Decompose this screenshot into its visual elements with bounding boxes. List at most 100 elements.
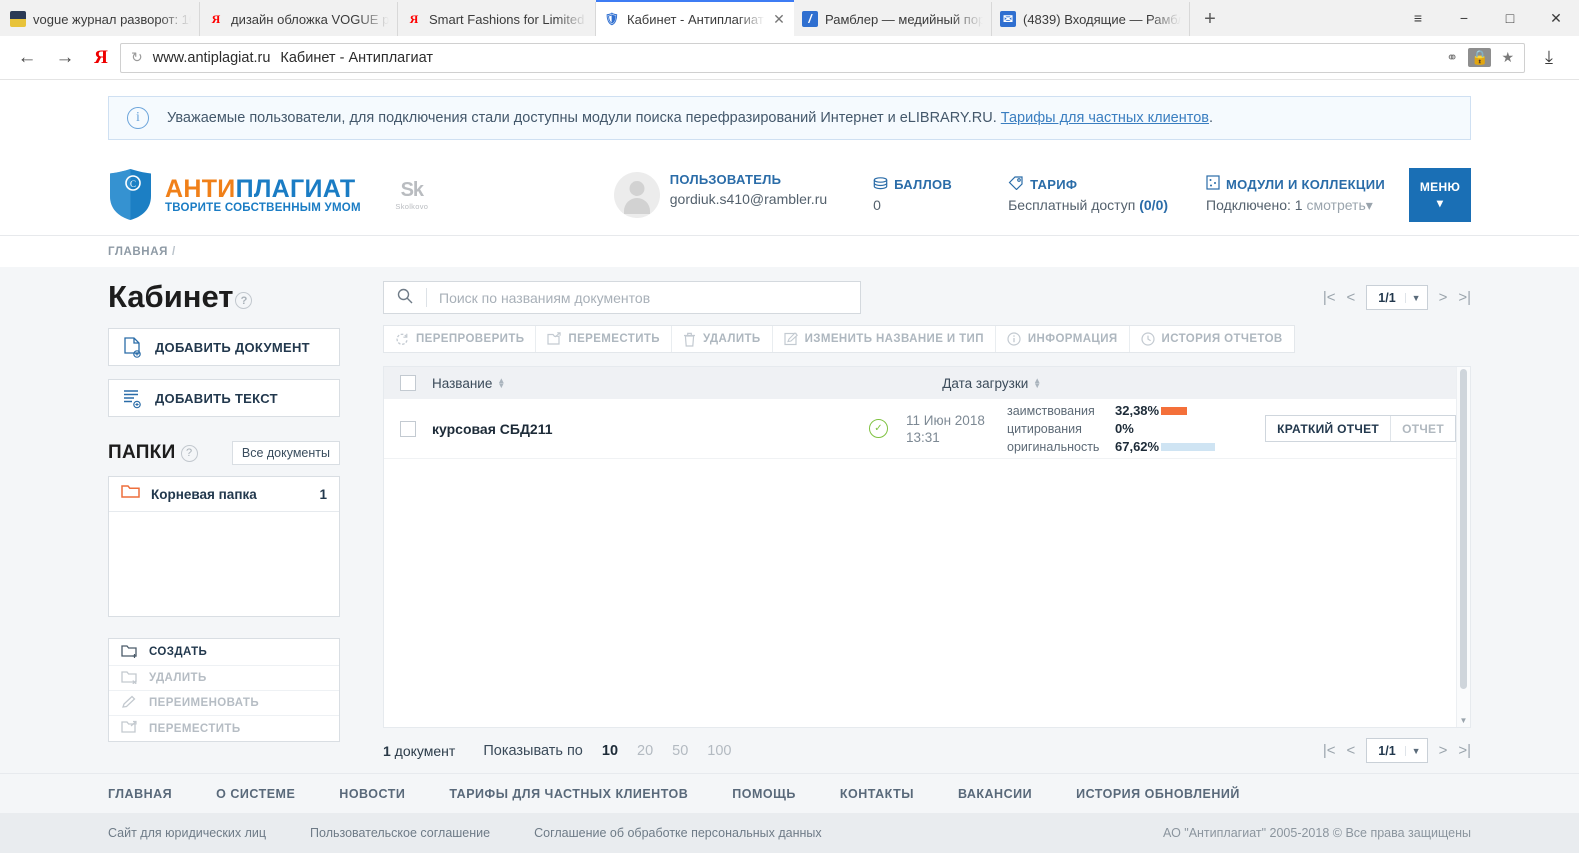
site-logo[interactable]: C АНТИПЛАГИАТ ТВОРИТЕ СОБСТВЕННЫМ УМОМ [108, 168, 361, 221]
footer-link-news[interactable]: НОВОСТИ [339, 787, 405, 801]
address-bar[interactable]: ↻ www.antiplagiat.ru Кабинет - Антиплаги… [120, 42, 1525, 73]
breadcrumb-home[interactable]: ГЛАВНАЯ [108, 246, 168, 258]
footer-link-vacancies[interactable]: ВАКАНСИИ [958, 787, 1032, 801]
page-size-100[interactable]: 100 [707, 743, 731, 759]
next-page-icon[interactable]: > [1439, 742, 1448, 759]
sort-icon[interactable]: ▲ ▼ [497, 377, 505, 390]
browser-tab-2[interactable]: Я дизайн обложка VOGUE ре [200, 2, 398, 36]
table-scrollbar[interactable]: ▲ ▼ [1456, 367, 1470, 727]
prev-page-icon[interactable]: < [1347, 289, 1356, 306]
browser-tab-3[interactable]: Я Smart Fashions for Limited In [398, 2, 596, 36]
search-input[interactable] [427, 289, 860, 306]
menu-button[interactable]: МЕНЮ ▾ [1409, 167, 1471, 222]
brief-report-button[interactable]: КРАТКИЙ ОТЧЕТ [1266, 416, 1392, 441]
folder-create-button[interactable]: СОЗДАТЬ [109, 639, 339, 666]
column-header-date[interactable]: Дата загрузки ▲ ▼ [942, 376, 1041, 391]
footer-link-help[interactable]: ПОМОЩЬ [732, 787, 796, 801]
report-button[interactable]: ОТЧЕТ [1391, 416, 1455, 441]
search-box[interactable] [383, 281, 861, 314]
folder-create-label: СОЗДАТЬ [149, 646, 208, 658]
page-size-20[interactable]: 20 [637, 743, 653, 759]
modules-label-row: МОДУЛИ И КОЛЛЕКЦИИ [1206, 175, 1385, 193]
folder-move-button[interactable]: ПЕРЕМЕСТИТЬ [109, 716, 339, 741]
account-tariff-block[interactable]: ТАРИФ Бесплатный доступ (0/0) [1008, 176, 1168, 213]
footer-link-home[interactable]: ГЛАВНАЯ [108, 787, 172, 801]
sort-icon[interactable]: ▲ ▼ [1033, 377, 1041, 390]
folder-delete-button[interactable]: УДАЛИТЬ [109, 666, 339, 691]
page-select[interactable]: 1/1 ▼ [1366, 738, 1428, 763]
footer-link-user-agreement[interactable]: Пользовательское соглашение [310, 826, 490, 840]
sidebar: Кабинет ? ДОБАВИТЬ ДОКУМЕНТ ДОБАВИТЬ ТЕК… [108, 267, 340, 773]
account-user-block[interactable]: ПОЛЬЗОВАТЕЛЬ gordiuk.s410@rambler.ru [613, 171, 827, 218]
modules-view-link[interactable]: смотреть [1306, 197, 1365, 213]
tab-strip: vogue журнал разворот: 10 Я дизайн облож… [0, 0, 1579, 36]
add-document-label: ДОБАВИТЬ ДОКУМЕНТ [155, 339, 310, 355]
row-checkbox[interactable] [400, 420, 416, 437]
all-documents-button[interactable]: Все документы [231, 441, 340, 465]
yandex-home-icon[interactable]: Я [86, 47, 116, 69]
page-size-50[interactable]: 50 [672, 743, 688, 759]
move-button[interactable]: ПЕРЕМЕСТИТЬ [536, 326, 672, 352]
table-row[interactable]: курсовая СБД211 ✓ 11 Июн 2018 13:31 заим… [384, 399, 1470, 459]
close-window-icon[interactable]: ✕ [1533, 0, 1579, 36]
lock-icon[interactable]: 🔒 [1468, 48, 1492, 67]
report-history-button[interactable]: ИСТОРИЯ ОТЧЕТОВ [1130, 326, 1294, 352]
maximize-icon[interactable]: □ [1487, 0, 1533, 36]
first-page-icon[interactable]: |< [1323, 289, 1336, 306]
page-select[interactable]: 1/1 ▼ [1366, 285, 1428, 310]
browser-tab-6[interactable]: ✉ (4839) Входящие — Рамблe [992, 2, 1190, 36]
info-icon: i [127, 107, 149, 129]
back-icon[interactable]: ← [10, 41, 44, 75]
last-page-icon[interactable]: >| [1458, 289, 1471, 306]
key-icon[interactable]: ⚭ [1446, 49, 1458, 66]
account-balance-block[interactable]: БАЛЛОВ 0 [873, 176, 952, 213]
footer-link-tariffs[interactable]: ТАРИФЫ ДЛЯ ЧАСТНЫХ КЛИЕНТОВ [449, 787, 688, 801]
document-name[interactable]: курсовая СБД211 [432, 421, 869, 437]
stat-value: 32,38% [1115, 403, 1160, 418]
document-count: 1 документ [383, 743, 455, 759]
account-modules-block[interactable]: МОДУЛИ И КОЛЛЕКЦИИ Подключено: 1 смотрет… [1206, 175, 1385, 214]
browser-tab-4-active[interactable]: 🛡 Кабинет - Антиплагиат ✕ [596, 0, 794, 36]
minimize-icon[interactable]: − [1441, 0, 1487, 36]
browser-menu-icon[interactable]: ≡ [1395, 0, 1441, 36]
footer-link-about[interactable]: О СИСТЕМЕ [216, 787, 295, 801]
scrollbar-thumb[interactable] [1460, 369, 1467, 689]
footer-link-privacy[interactable]: Соглашение об обработке персональных дан… [534, 826, 822, 840]
chevron-down-icon[interactable]: ▼ [1404, 292, 1427, 303]
reload-icon[interactable]: ↻ [131, 49, 143, 66]
information-button[interactable]: ИНФОРМАЦИЯ [996, 326, 1130, 352]
prev-page-icon[interactable]: < [1347, 742, 1356, 759]
browser-tab-5[interactable]: / Рамблер — медийный пор [794, 2, 992, 36]
delete-button[interactable]: УДАЛИТЬ [672, 326, 773, 352]
bookmark-star-icon[interactable]: ★ [1501, 49, 1514, 66]
folder-rename-button[interactable]: ПЕРЕИМЕНОВАТЬ [109, 691, 339, 716]
footer-link-legal-site[interactable]: Сайт для юридических лиц [108, 826, 266, 840]
new-tab-button[interactable]: + [1190, 2, 1230, 36]
notice-link[interactable]: Тарифы для частных клиентов [1001, 110, 1209, 126]
recheck-button[interactable]: ПЕРЕПРОВЕРИТЬ [384, 326, 537, 352]
add-document-button[interactable]: ДОБАВИТЬ ДОКУМЕНТ [108, 328, 340, 366]
add-text-button[interactable]: ДОБАВИТЬ ТЕКСТ [108, 379, 340, 417]
select-all-checkbox[interactable] [400, 375, 416, 391]
chevron-down-icon[interactable]: ▼ [1404, 745, 1427, 756]
chevron-down-icon[interactable]: ▾ [1366, 197, 1373, 213]
folder-item-root[interactable]: Корневая папка 1 [109, 477, 339, 512]
first-page-icon[interactable]: |< [1323, 742, 1336, 759]
column-header-name[interactable]: Название ▲ ▼ [432, 376, 505, 391]
help-icon[interactable]: ? [235, 292, 253, 309]
next-page-icon[interactable]: > [1439, 289, 1448, 306]
folder-delete-icon [121, 670, 138, 687]
forward-icon[interactable]: → [48, 41, 82, 75]
help-icon[interactable]: ? [180, 444, 198, 462]
footer-link-updates[interactable]: ИСТОРИЯ ОБНОВЛЕНИЙ [1076, 787, 1240, 801]
last-page-icon[interactable]: >| [1458, 742, 1471, 759]
browser-tab-1[interactable]: vogue журнал разворот: 10 [2, 2, 200, 36]
close-icon[interactable]: ✕ [772, 11, 786, 28]
report-history-label: ИСТОРИЯ ОТЧЕТОВ [1161, 333, 1283, 345]
rename-type-button[interactable]: ИЗМЕНИТЬ НАЗВАНИЕ И ТИП [773, 326, 996, 352]
download-icon[interactable]: ⤓ [1529, 47, 1569, 68]
page-size-10[interactable]: 10 [602, 743, 618, 759]
tab-title: vogue журнал разворот: 10 [33, 11, 191, 27]
scroll-down-icon[interactable]: ▼ [1457, 713, 1470, 727]
footer-link-contacts[interactable]: КОНТАКТЫ [840, 787, 914, 801]
